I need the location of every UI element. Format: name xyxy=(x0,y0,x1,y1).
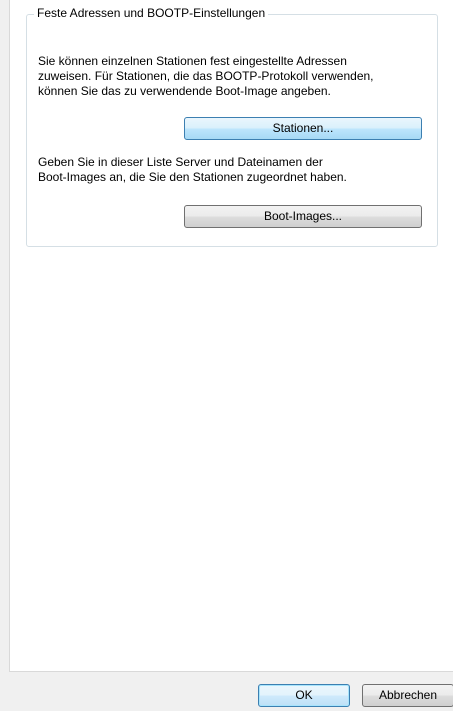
stations-description-line: können Sie das zu verwendende Boot-Image… xyxy=(38,84,331,98)
stations-button[interactable]: Stationen... xyxy=(184,117,422,140)
cancel-button[interactable]: Abbrechen xyxy=(362,684,453,707)
bootimages-description-line: Geben Sie in dieser Liste Server und Dat… xyxy=(38,155,323,169)
ok-button[interactable]: OK xyxy=(258,684,350,707)
stations-description-line: Sie können einzelnen Stationen fest eing… xyxy=(38,54,347,68)
stations-description-line: zuweisen. Für Stationen, die das BOOTP-P… xyxy=(38,69,374,83)
bootimages-description-line: Boot-Images an, die Sie den Stationen zu… xyxy=(38,170,347,184)
groupbox-title: Feste Adressen und BOOTP-Einstellungen xyxy=(34,4,269,22)
bootimages-description: Geben Sie in dieser Liste Server und Dat… xyxy=(38,155,347,185)
dialog-window: Feste Adressen und BOOTP-Einstellungen S… xyxy=(0,0,453,711)
boot-images-button[interactable]: Boot-Images... xyxy=(184,205,422,228)
stations-description: Sie können einzelnen Stationen fest eing… xyxy=(38,54,374,99)
